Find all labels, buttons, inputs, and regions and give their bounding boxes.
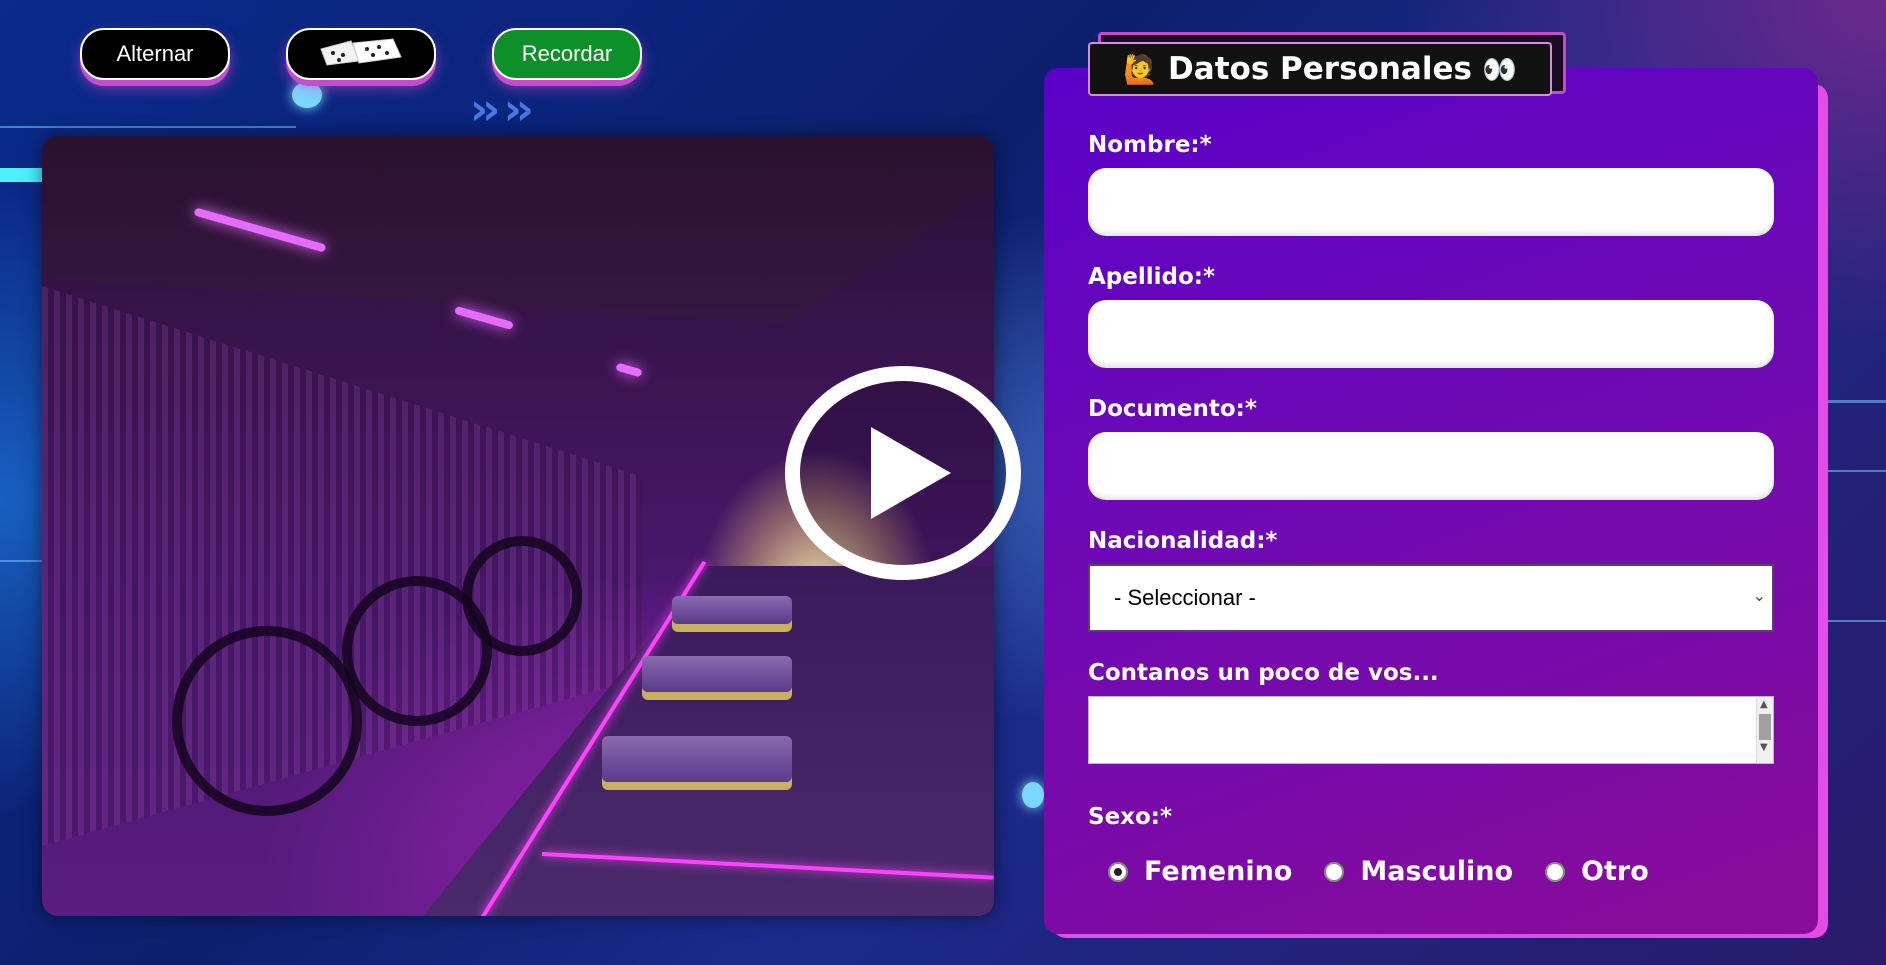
textarea-scrollbar[interactable]: ▲ ▼	[1756, 697, 1773, 763]
scroll-thumb[interactable]	[1759, 714, 1771, 740]
circuit-line	[1828, 620, 1886, 622]
eyes-icon: 👀	[1481, 52, 1517, 86]
radio-otro-label[interactable]: Otro	[1581, 856, 1649, 887]
play-button[interactable]	[785, 366, 1021, 580]
chevron-down-icon: ⌄	[1752, 588, 1766, 605]
circuit-line	[1828, 400, 1886, 403]
neon-light	[615, 362, 643, 378]
documento-label: Documento:*	[1088, 396, 1257, 422]
circuit-line	[0, 168, 42, 182]
radio-masculino[interactable]	[1324, 861, 1345, 882]
step-platform	[642, 656, 792, 692]
circuit-line	[1828, 470, 1886, 472]
radio-masculino-label[interactable]: Masculino	[1360, 856, 1513, 887]
step-platform	[602, 736, 792, 782]
radio-femenino[interactable]	[1108, 861, 1128, 882]
contanos-label: Contanos un poco de vos...	[1088, 660, 1439, 686]
bike-wheel	[172, 626, 362, 816]
nacionalidad-label: Nacionalidad:*	[1088, 528, 1278, 554]
form-title-text: Datos Personales	[1168, 51, 1472, 87]
neon-light	[454, 305, 514, 331]
step-platform	[672, 596, 792, 624]
nacionalidad-selected: - Seleccionar -	[1114, 585, 1256, 610]
bike-wheel	[462, 536, 582, 656]
radio-femenino-label[interactable]: Femenino	[1144, 856, 1292, 887]
dice-button[interactable]	[286, 28, 436, 80]
glow-dot	[292, 82, 322, 108]
nombre-label: Nombre:*	[1088, 132, 1212, 158]
scroll-up-icon[interactable]: ▲	[1760, 699, 1768, 710]
dice-icon	[317, 35, 405, 73]
raising-hand-icon: 🙋	[1123, 52, 1159, 86]
apellido-input[interactable]	[1088, 300, 1774, 368]
documento-input[interactable]	[1088, 432, 1774, 500]
apellido-label: Apellido:*	[1088, 264, 1216, 290]
sexo-label: Sexo:*	[1088, 804, 1173, 830]
glow-dot	[1022, 782, 1044, 808]
nacionalidad-select[interactable]: - Seleccionar - ⌄	[1088, 564, 1774, 632]
chevron-decoration: ›› ››	[470, 84, 534, 135]
play-icon	[871, 427, 951, 519]
recordar-button[interactable]: Recordar	[492, 28, 642, 80]
form-title: 🙋 Datos Personales 👀	[1088, 42, 1552, 96]
nombre-input[interactable]	[1088, 168, 1774, 236]
contanos-textarea[interactable]: ▲ ▼	[1088, 696, 1774, 764]
scroll-down-icon[interactable]: ▼	[1760, 742, 1768, 753]
sexo-radio-group: Femenino Masculino Otro	[1108, 856, 1681, 887]
circuit-line	[0, 126, 296, 128]
radio-otro[interactable]	[1545, 861, 1566, 882]
circuit-line	[0, 560, 42, 562]
alternar-button[interactable]: Alternar	[80, 28, 230, 80]
